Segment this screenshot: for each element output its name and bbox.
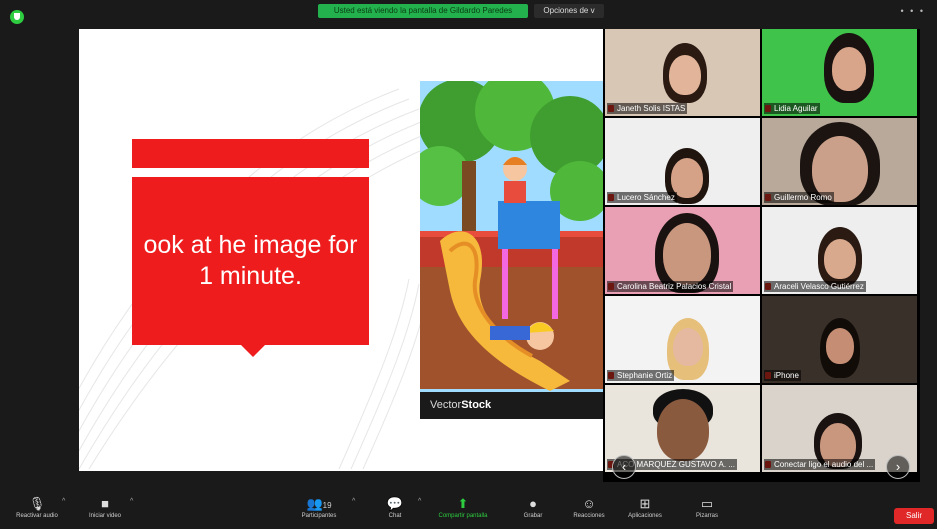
chevron-right-icon: › bbox=[895, 459, 901, 474]
window-controls[interactable]: • • • bbox=[901, 6, 925, 16]
participant-tile[interactable]: Guillermo Romo bbox=[762, 118, 917, 205]
apps-label: Aplicaciones bbox=[628, 513, 662, 519]
start-video-button[interactable]: ■ Iniciar video bbox=[76, 494, 134, 527]
participant-gallery: Janeth Solis ISTAS Lidia Aguilar Lucero … bbox=[603, 29, 920, 482]
viewing-screen-banner: Usted está viendo la pantalla de Gildard… bbox=[318, 4, 528, 18]
participant-name: iPhone bbox=[764, 370, 801, 381]
unmute-label: Reactivar audio bbox=[16, 513, 58, 519]
chat-icon: 💬 bbox=[386, 496, 404, 511]
stock-watermark-brand: Stock bbox=[461, 399, 492, 411]
participant-tile[interactable]: iPhone bbox=[762, 296, 917, 383]
participants-button[interactable]: 👥19 Participantes bbox=[290, 494, 348, 527]
share-screen-icon: ⬆ bbox=[457, 496, 469, 511]
share-screen-button[interactable]: ⬆ Compartir pantalla bbox=[432, 494, 494, 527]
participant-name: Janeth Solis ISTAS bbox=[607, 103, 688, 114]
whiteboard-icon: ▭ bbox=[700, 496, 714, 511]
leave-meeting-button[interactable]: Salir bbox=[894, 508, 934, 524]
participant-name: Conectar ligo el audio del ... bbox=[764, 459, 876, 470]
participant-name: Guillermo Romo bbox=[764, 192, 834, 203]
gallery-next-button[interactable]: › bbox=[886, 455, 910, 479]
chat-button[interactable]: 💬 Chat bbox=[366, 494, 424, 527]
view-options-button[interactable]: Opciones de v bbox=[534, 4, 604, 18]
playground-illustration: VectorStock bbox=[420, 81, 604, 419]
participant-name: Lidia Aguilar bbox=[764, 103, 820, 114]
speech-bubble-tail bbox=[241, 345, 265, 357]
playground-illustration-art bbox=[420, 81, 604, 419]
participant-tile[interactable]: Lidia Aguilar bbox=[762, 29, 917, 116]
participant-name: Stephanie Ortiz bbox=[607, 370, 675, 381]
apps-button[interactable]: ⊞ Aplicaciones bbox=[616, 494, 674, 527]
muted-mic-icon: 🎙 bbox=[28, 496, 46, 511]
participant-tile[interactable]: Lucero Sánchez bbox=[605, 118, 760, 205]
participants-count: 19 bbox=[322, 501, 332, 510]
participant-tile[interactable]: Carolina Beatriz Palacios Cristal bbox=[605, 207, 760, 294]
stock-watermark: VectorStock bbox=[420, 392, 604, 419]
reactions-label: Reacciones bbox=[573, 513, 605, 519]
video-off-icon: ■ bbox=[101, 496, 109, 511]
share-screen-label: Compartir pantalla bbox=[438, 513, 488, 519]
reactions-icon: ☺ bbox=[582, 496, 596, 511]
participant-name: Carolina Beatriz Palacios Cristal bbox=[607, 281, 734, 292]
reactions-button[interactable]: ☺ Reacciones bbox=[560, 494, 618, 527]
participant-tile[interactable]: Araceli Velasco Gutiérrez bbox=[762, 207, 917, 294]
whiteboards-button[interactable]: ▭ Pizarras bbox=[678, 494, 736, 527]
slide-instruction-text: ook at he image for 1 minute. bbox=[132, 177, 369, 345]
participant-name: Araceli Velasco Gutiérrez bbox=[764, 281, 866, 292]
shared-slide: ook at he image for 1 minute. VectorStoc… bbox=[79, 29, 604, 471]
meeting-toolbar: 🎙 Reactivar audio ^ ■ Iniciar video ^ 👥1… bbox=[0, 492, 937, 529]
record-button[interactable]: ● Grabar bbox=[504, 494, 562, 527]
whiteboards-label: Pizarras bbox=[695, 513, 718, 519]
chat-options-caret[interactable]: ^ bbox=[418, 498, 421, 505]
unmute-button[interactable]: 🎙 Reactivar audio bbox=[8, 494, 66, 527]
participants-options-caret[interactable]: ^ bbox=[352, 498, 355, 505]
security-shield-icon[interactable] bbox=[10, 10, 24, 24]
participant-tile[interactable]: Stephanie Ortiz bbox=[605, 296, 760, 383]
gallery-prev-button[interactable]: ‹ bbox=[612, 455, 636, 479]
participant-name: Lucero Sánchez bbox=[607, 192, 677, 203]
apps-icon: ⊞ bbox=[639, 496, 651, 511]
start-video-label: Iniciar video bbox=[88, 513, 121, 519]
stock-watermark-prefix: Vector bbox=[430, 399, 462, 411]
participant-tile[interactable]: Janeth Solis ISTAS bbox=[605, 29, 760, 116]
record-icon: ● bbox=[529, 496, 537, 511]
video-options-caret[interactable]: ^ bbox=[130, 498, 133, 505]
record-label: Grabar bbox=[523, 513, 543, 519]
participants-icon: 👥19 bbox=[306, 496, 332, 511]
slide-red-banner bbox=[132, 139, 369, 168]
chevron-left-icon: ‹ bbox=[621, 459, 627, 474]
chat-label: Chat bbox=[388, 513, 402, 519]
participants-label: Participantes bbox=[301, 513, 337, 519]
audio-options-caret[interactable]: ^ bbox=[62, 498, 65, 505]
